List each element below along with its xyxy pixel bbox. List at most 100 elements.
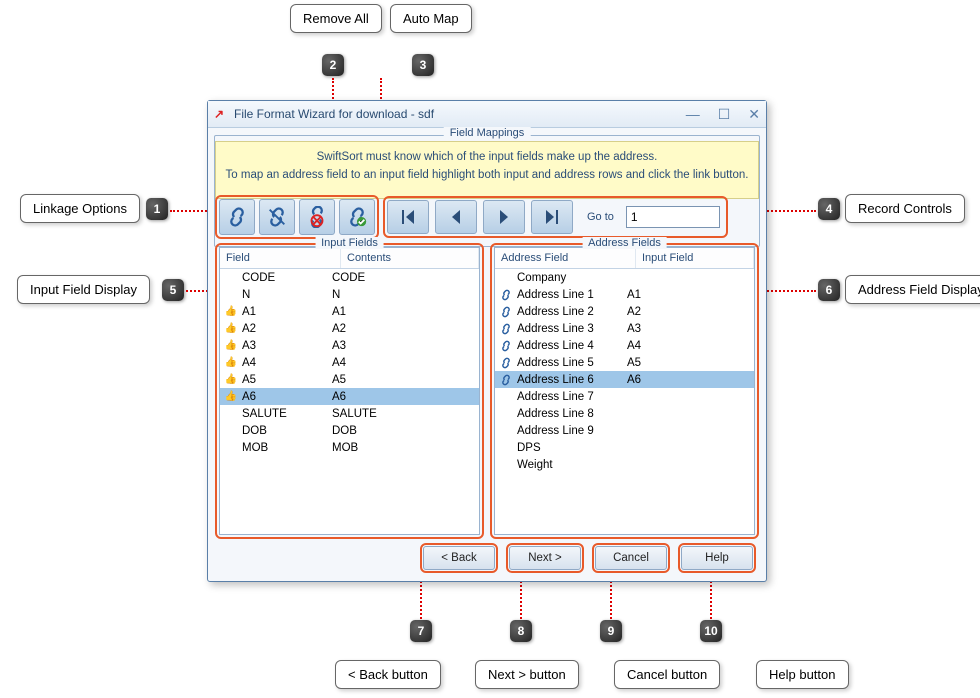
link-button[interactable] [219, 199, 255, 235]
cell-input: A1 [627, 289, 752, 301]
remove-all-icon [306, 206, 328, 228]
cell-field: SALUTE [240, 408, 332, 420]
first-record-button[interactable] [387, 200, 429, 234]
table-row[interactable]: Address Line 3A3 [495, 320, 754, 337]
unlink-button[interactable] [259, 199, 295, 235]
last-icon [544, 210, 560, 224]
callout-badge-4: 4 [818, 198, 840, 220]
callout-badge-9: 9 [600, 620, 622, 642]
col-input-field[interactable]: Input Field [636, 248, 754, 268]
linked-icon: 👍 [222, 391, 240, 402]
cell-contents: A1 [332, 306, 477, 318]
cell-field: CODE [240, 272, 332, 284]
table-row[interactable]: Address Line 8 [495, 405, 754, 422]
table-row[interactable]: 👍A5A5 [220, 371, 479, 388]
auto-map-button[interactable] [339, 199, 375, 235]
linked-icon [497, 289, 515, 301]
callout-badge-10: 10 [700, 620, 722, 642]
col-address-field[interactable]: Address Field [495, 248, 636, 268]
cell-field: A6 [240, 391, 332, 403]
cell-address: Address Line 3 [515, 323, 627, 335]
cell-address: Company [515, 272, 627, 284]
cell-field: A1 [240, 306, 332, 318]
cell-input: A5 [627, 357, 752, 369]
prev-icon [450, 210, 462, 224]
table-row[interactable]: Address Line 5A5 [495, 354, 754, 371]
window-title: File Format Wizard for download - sdf [234, 107, 434, 121]
cell-address: Address Line 2 [515, 306, 627, 318]
table-row[interactable]: Address Line 7 [495, 388, 754, 405]
table-row[interactable]: 👍A3A3 [220, 337, 479, 354]
titlebar: ↗ File Format Wizard for download - sdf … [208, 101, 766, 128]
callout-badge-3: 3 [412, 54, 434, 76]
cell-contents: SALUTE [332, 408, 477, 420]
table-row[interactable]: MOBMOB [220, 439, 479, 456]
link-icon [226, 206, 248, 228]
banner-line2: To map an address field to an input fiel… [216, 166, 758, 184]
next-button[interactable]: Next > [509, 546, 581, 570]
table-row[interactable]: SALUTESALUTE [220, 405, 479, 422]
cell-contents: CODE [332, 272, 477, 284]
cell-address: Address Line 8 [515, 408, 627, 420]
cell-contents: MOB [332, 442, 477, 454]
cell-contents: DOB [332, 425, 477, 437]
table-row[interactable]: Address Line 4A4 [495, 337, 754, 354]
back-button[interactable]: < Back [423, 546, 495, 570]
linked-icon: 👍 [222, 374, 240, 385]
table-row[interactable]: 👍A1A1 [220, 303, 479, 320]
table-row[interactable]: 👍A4A4 [220, 354, 479, 371]
cancel-button[interactable]: Cancel [595, 546, 667, 570]
cell-contents: A2 [332, 323, 477, 335]
cell-address: Address Line 4 [515, 340, 627, 352]
table-row[interactable]: NN [220, 286, 479, 303]
table-row[interactable]: Address Line 9 [495, 422, 754, 439]
next-icon [498, 210, 510, 224]
maximize-button[interactable]: ☐ [718, 106, 731, 123]
col-field[interactable]: Field [220, 248, 341, 268]
callout-badge-8: 8 [510, 620, 532, 642]
goto-input[interactable] [626, 206, 720, 228]
table-row[interactable]: Company [495, 269, 754, 286]
callout-linkage-options: Linkage Options [20, 194, 140, 223]
table-row[interactable]: 👍A2A2 [220, 320, 479, 337]
callout-next-button: Next > button [475, 660, 579, 689]
callout-badge-2: 2 [322, 54, 344, 76]
address-fields-legend: Address Fields [582, 237, 667, 249]
table-row[interactable]: CODECODE [220, 269, 479, 286]
callout-badge-6: 6 [818, 279, 840, 301]
unlink-icon [266, 206, 288, 228]
cell-field: N [240, 289, 332, 301]
cell-address: Address Line 1 [515, 289, 627, 301]
cell-input: A4 [627, 340, 752, 352]
table-row[interactable]: DOBDOB [220, 422, 479, 439]
cell-field: A4 [240, 357, 332, 369]
close-button[interactable]: ✕ [748, 106, 760, 123]
cell-address: Address Line 6 [515, 374, 627, 386]
dotline [170, 210, 210, 212]
callout-input-field-display: Input Field Display [17, 275, 150, 304]
last-record-button[interactable] [531, 200, 573, 234]
table-row[interactable]: Address Line 1A1 [495, 286, 754, 303]
callout-record-controls: Record Controls [845, 194, 965, 223]
table-row[interactable]: DPS [495, 439, 754, 456]
input-fields-legend: Input Fields [315, 237, 384, 249]
prev-record-button[interactable] [435, 200, 477, 234]
linkage-toolbar [215, 195, 379, 239]
table-row[interactable]: 👍A6A6 [220, 388, 479, 405]
cell-contents: A5 [332, 374, 477, 386]
table-row[interactable]: Address Line 6A6 [495, 371, 754, 388]
table-row[interactable]: Address Line 2A2 [495, 303, 754, 320]
table-row[interactable]: Weight [495, 456, 754, 473]
cell-field: MOB [240, 442, 332, 454]
linked-icon [497, 374, 515, 386]
callout-badge-5: 5 [162, 279, 184, 301]
cell-input: A6 [627, 374, 752, 386]
col-contents[interactable]: Contents [341, 248, 479, 268]
help-button[interactable]: Help [681, 546, 753, 570]
linked-icon [497, 340, 515, 352]
minimize-button[interactable]: — [686, 106, 700, 123]
cell-field: A3 [240, 340, 332, 352]
next-record-button[interactable] [483, 200, 525, 234]
linked-icon [497, 306, 515, 318]
remove-all-button[interactable] [299, 199, 335, 235]
